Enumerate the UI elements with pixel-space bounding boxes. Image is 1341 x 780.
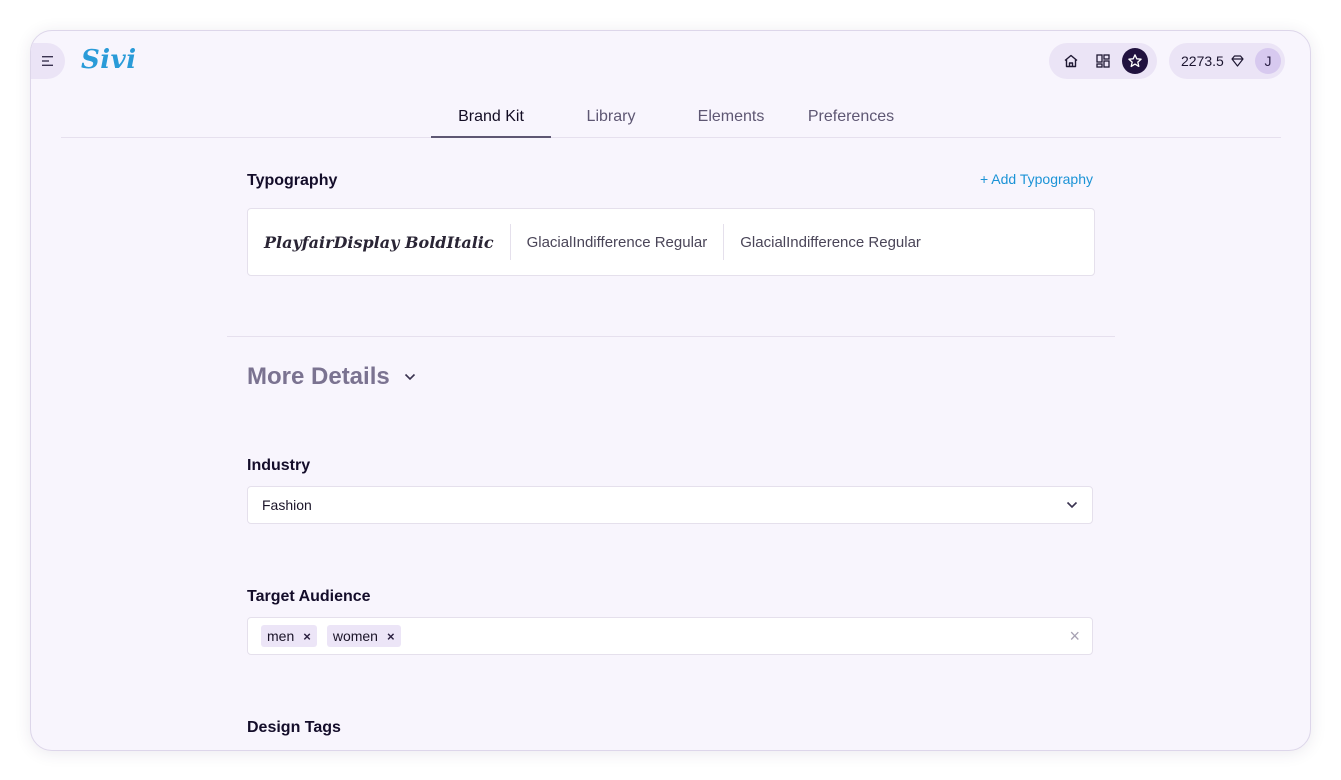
tab-brand-kit[interactable]: Brand Kit bbox=[431, 97, 551, 138]
chevron-down-icon bbox=[404, 373, 416, 381]
typography-title: Typography bbox=[247, 172, 338, 189]
font-item-glacial-1[interactable]: GlacialIndifference Regular bbox=[509, 224, 724, 260]
home-icon bbox=[1064, 54, 1078, 68]
audience-tag-label: women bbox=[332, 628, 378, 644]
add-typography-link[interactable]: + Add Typography bbox=[980, 171, 1093, 187]
tab-elements[interactable]: Elements bbox=[671, 97, 791, 137]
remove-tag-icon[interactable]: × bbox=[387, 629, 395, 644]
header-icon-group bbox=[1049, 43, 1157, 79]
industry-value: Fashion bbox=[262, 497, 312, 513]
clear-all-icon[interactable]: × bbox=[1069, 626, 1080, 647]
target-audience-input[interactable]: men × women × × bbox=[247, 617, 1093, 655]
star-icon bbox=[1128, 54, 1142, 68]
typography-card: PlayfairDisplay BoldItalic GlacialIndiff… bbox=[247, 208, 1095, 276]
menu-button[interactable] bbox=[31, 43, 65, 79]
app-logo[interactable]: Sivi bbox=[81, 45, 137, 75]
menu-icon bbox=[42, 56, 53, 66]
font-item-glacial-2[interactable]: GlacialIndifference Regular bbox=[723, 224, 937, 260]
target-audience-label: Target Audience bbox=[247, 588, 371, 605]
more-details-toggle[interactable]: More Details bbox=[247, 363, 416, 391]
credits-value: 2273.5 bbox=[1181, 53, 1224, 69]
credits-badge[interactable]: 2273.5 J bbox=[1169, 43, 1285, 79]
audience-tag-men: men × bbox=[261, 625, 317, 647]
audience-tag-label: men bbox=[267, 628, 295, 644]
home-button[interactable] bbox=[1058, 48, 1084, 74]
favorites-button[interactable] bbox=[1122, 48, 1148, 74]
font-item-playfair[interactable]: PlayfairDisplay BoldItalic bbox=[248, 224, 510, 260]
remove-tag-icon[interactable]: × bbox=[303, 629, 311, 644]
user-avatar[interactable]: J bbox=[1255, 48, 1281, 74]
tab-bar: Brand Kit Library Elements Preferences bbox=[61, 97, 1281, 138]
tab-library[interactable]: Library bbox=[551, 97, 671, 137]
templates-grid-icon bbox=[1096, 54, 1110, 68]
tab-preferences[interactable]: Preferences bbox=[791, 97, 911, 137]
more-details-title: More Details bbox=[247, 363, 390, 390]
industry-select[interactable]: Fashion bbox=[247, 486, 1093, 524]
industry-label: Industry bbox=[247, 457, 311, 474]
audience-tag-women: women × bbox=[326, 625, 401, 647]
templates-button[interactable] bbox=[1090, 48, 1116, 74]
design-tags-label: Design Tags bbox=[247, 719, 341, 736]
chevron-down-icon bbox=[1066, 501, 1078, 509]
section-divider bbox=[227, 336, 1115, 337]
diamond-icon bbox=[1231, 55, 1244, 67]
app-window: Sivi 2273.5 J Brand Kit Library Elements… bbox=[30, 30, 1311, 751]
